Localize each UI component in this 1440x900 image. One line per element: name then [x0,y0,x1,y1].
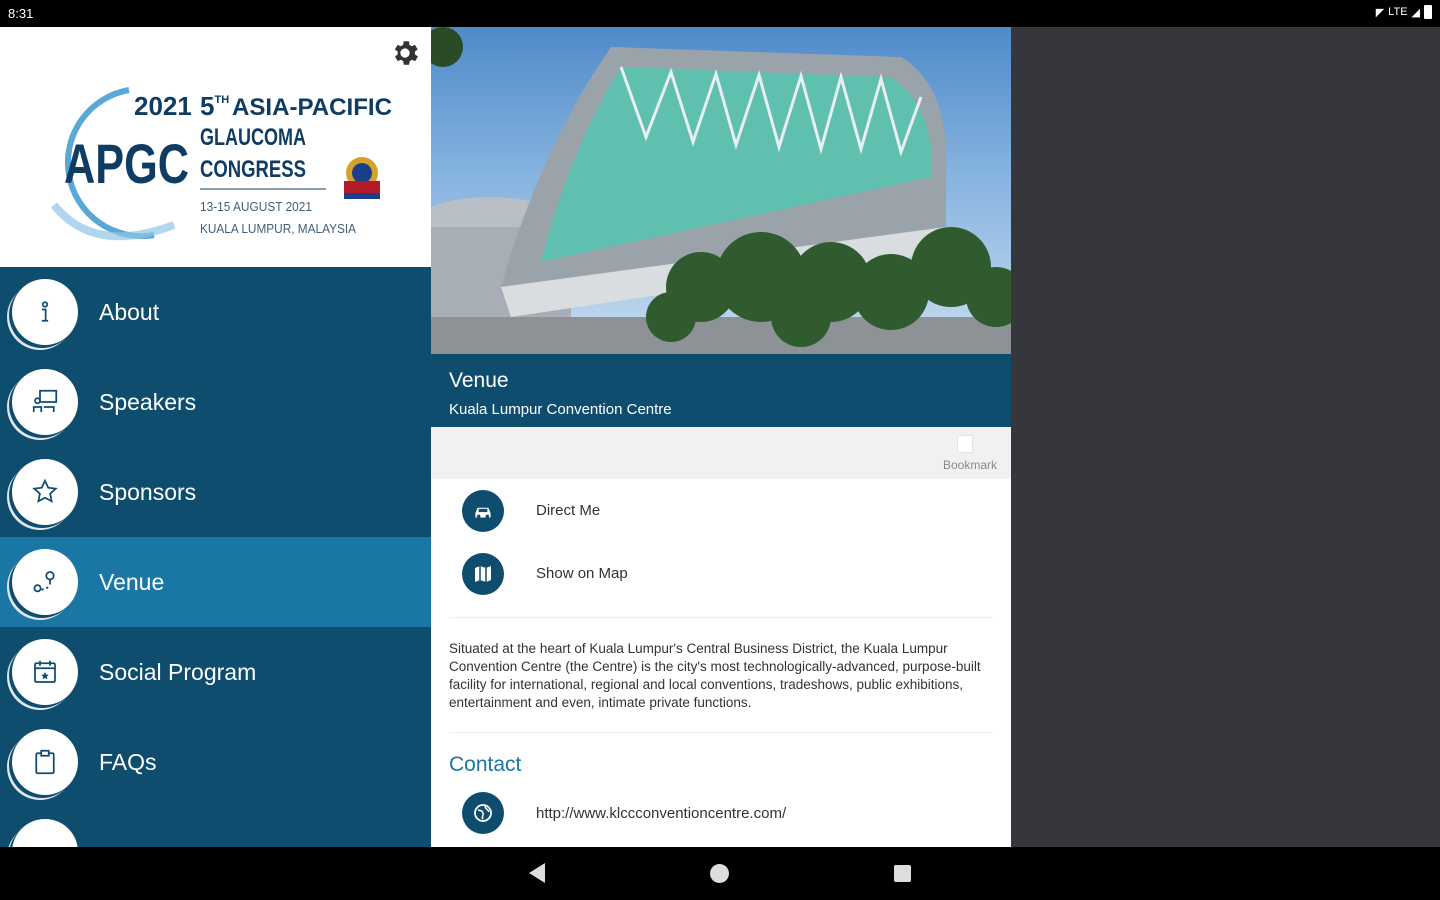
network-type: LTE [1388,6,1408,18]
logo-line1: ASIA-PACIFIC [232,94,392,121]
show-on-map-label: Show on Map [536,565,628,582]
battery-icon [1424,5,1432,19]
direct-me-row[interactable]: Direct Me [431,479,1011,542]
status-icons: ◤ LTE ◢ [1376,5,1432,19]
navigation-drawer: 2021 APGC 5TH ASIA-PACIFIC GLAUCOMA CONG… [0,27,431,847]
empty-right-pane [1011,27,1440,847]
status-bar: 8:31 ◤ LTE ◢ [0,0,1440,27]
menu-label-speakers: Speakers [99,388,197,415]
logo-edition: 5TH [200,91,229,121]
menu-item-about[interactable]: About [0,267,431,357]
venue-description: Situated at the heart of Kuala Lumpur's … [449,641,981,710]
website-link: http://www.klccconventioncentre.com/ [536,804,787,822]
menu-label-faqs: FAQs [99,748,157,775]
direct-me-label: Direct Me [536,502,601,519]
logo-header: 2021 APGC 5TH ASIA-PACIFIC GLAUCOMA CONG… [0,27,431,267]
logo-dates: 13-15 AUGUST 2021 [200,199,312,214]
venue-photo [431,27,1011,354]
star-icon [12,459,78,525]
settings-gear-icon[interactable] [389,37,421,69]
malaysia-emblem [344,157,380,199]
menu-item-venue[interactable]: Venue [0,537,431,627]
menu-label-about: About [99,298,160,325]
speaker-icon [12,369,78,435]
info-icon [12,279,78,345]
convention-centre-image [431,27,1011,354]
wifi-icon: ◤ [1375,6,1385,19]
menu-item-speakers[interactable]: Speakers [0,357,431,447]
venue-title-bar: Venue Kuala Lumpur Convention Centre [431,354,1011,427]
apgc-logo: 2021 APGC 5TH ASIA-PACIFIC GLAUCOMA CONG… [50,87,392,241]
logo-year: 2021 [134,91,192,121]
map-pin-icon [12,549,78,615]
venue-subtitle: Kuala Lumpur Convention Centre [449,401,672,418]
menu-item-faqs[interactable]: FAQs [0,717,431,807]
system-nav-bar [0,847,1440,900]
logo-acronym: APGC [64,132,189,195]
calendar-icon [12,639,78,705]
venue-detail-panel: Venue Kuala Lumpur Convention Centre Boo… [431,27,1011,847]
contact-heading: Contact [449,753,522,776]
menu-item-sponsors[interactable]: Sponsors [0,447,431,537]
status-time: 8:31 [8,6,34,21]
bookmark-icon[interactable] [957,435,973,453]
venue-title: Venue [449,369,509,392]
globe-icon [462,792,504,834]
home-icon[interactable] [710,864,729,883]
back-icon[interactable] [529,863,545,883]
bookmark-label[interactable]: Bookmark [943,458,997,472]
menu-item-partial[interactable] [0,807,431,847]
menu-item-social-program[interactable]: Social Program [0,627,431,717]
car-icon [462,489,504,532]
clipboard-icon [12,729,78,795]
bookmark-bar: Bookmark [431,427,1011,479]
menu-label-venue: Venue [99,568,165,595]
recents-icon[interactable] [894,865,911,882]
show-on-map-row[interactable]: Show on Map [431,542,1011,605]
logo-line3: CONGRESS [200,156,306,183]
map-icon [462,552,504,595]
partial-menu-icon [12,819,78,847]
menu-label-sponsors: Sponsors [99,478,197,505]
signal-icon: ◢ [1411,6,1420,19]
website-row[interactable]: http://www.klccconventioncentre.com/ [431,783,1011,843]
menu-label-social-program: Social Program [99,658,257,685]
logo-line2: GLAUCOMA [200,124,306,151]
logo-location: KUALA LUMPUR, MALAYSIA [200,221,356,236]
